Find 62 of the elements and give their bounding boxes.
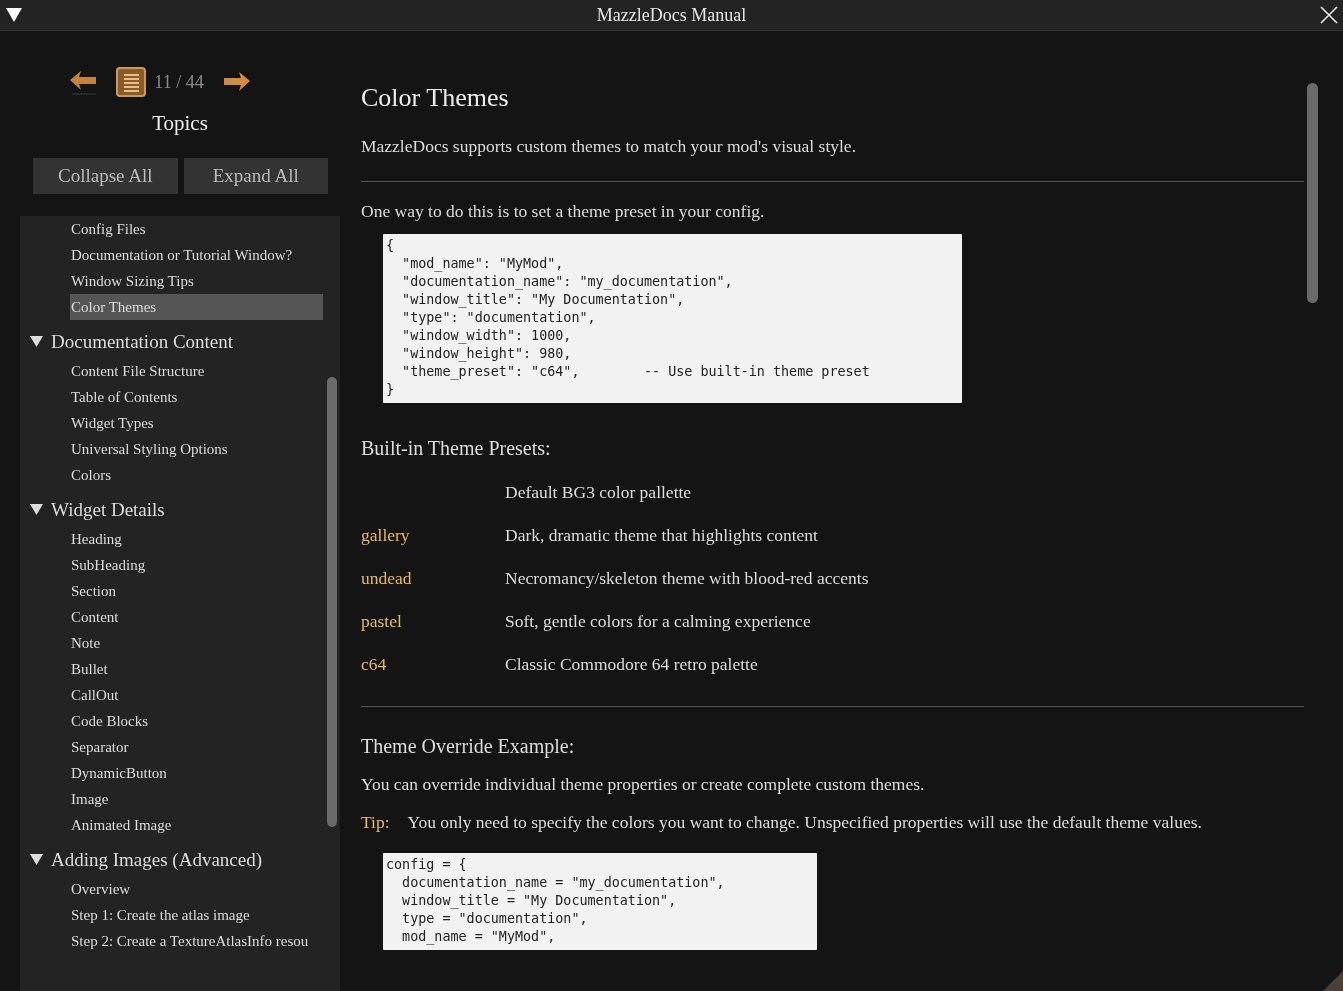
- tree-item[interactable]: Content File Structure: [70, 358, 323, 384]
- tree-item[interactable]: Config Files: [70, 216, 323, 242]
- tree-item[interactable]: Widget Types: [70, 410, 323, 436]
- tree-item[interactable]: Documentation or Tutorial Window?: [70, 242, 323, 268]
- preset-description: Soft, gentle colors for a calming experience: [505, 611, 811, 632]
- expanded-triangle-icon: [30, 336, 43, 348]
- close-icon[interactable]: [1320, 6, 1338, 24]
- resize-grip-icon[interactable]: [1323, 971, 1343, 991]
- tree-item[interactable]: Overview: [70, 876, 323, 902]
- list-icon[interactable]: [116, 67, 147, 97]
- tree-item[interactable]: Section: [70, 578, 323, 604]
- scrollbar-thumb[interactable]: [1307, 83, 1318, 303]
- preset-description: Classic Commodore 64 retro palette: [505, 654, 758, 675]
- tree-item[interactable]: Step 2: Create a TextureAtlasInfo resou: [70, 928, 323, 954]
- menu-triangle-icon[interactable]: [5, 7, 23, 23]
- tip-label: Tip:: [361, 811, 390, 834]
- collapse-all-button[interactable]: Collapse All: [33, 158, 178, 194]
- tree-item[interactable]: Code Blocks: [70, 708, 323, 734]
- forward-arrow-icon[interactable]: [221, 70, 252, 94]
- sidebar-title: Topics: [151, 111, 209, 136]
- preset-description: Default BG3 color pallette: [505, 482, 692, 503]
- expand-all-button[interactable]: Expand All: [183, 158, 328, 194]
- code-block: { "mod_name": "MyMod", "documentation_name": "my_documentation", "window_title": "My Documentation", "type": "documentation", "window_width": 1000, "window_height": 980, "theme_preset": "c64", -- Use built-in theme preset }: [383, 234, 962, 403]
- paragraph: One way to do this is to set a theme preset in your config.: [361, 200, 766, 223]
- tree-group-header[interactable]: Documentation Content: [20, 326, 234, 358]
- section-heading: Built-in Theme Presets:: [361, 436, 552, 461]
- code-block: config = { documentation_name = "my_documentation", window_title = "My Documentation", type = "documentation", mod_name = "MyMod",: [383, 853, 817, 950]
- tree-item[interactable]: Separator: [70, 734, 323, 760]
- back-arrow-icon[interactable]: [68, 69, 99, 95]
- tree-item[interactable]: CallOut: [70, 682, 323, 708]
- preset-description: Dark, dramatic theme that highlights content: [505, 525, 818, 546]
- page-counter: 11 / 44: [154, 71, 204, 93]
- tree-item[interactable]: Animated Image: [70, 812, 323, 838]
- tree-item[interactable]: Color Themes: [70, 294, 323, 320]
- paragraph: You can override individual theme properties or create complete custom themes.: [361, 773, 926, 796]
- tree-group-header[interactable]: Adding Images (Advanced): [20, 844, 263, 876]
- section-heading: Theme Override Example:: [361, 734, 576, 760]
- tree-group-header[interactable]: Widget Details: [20, 494, 165, 526]
- tree-item[interactable]: Note: [70, 630, 323, 656]
- tree-item[interactable]: Heading: [70, 526, 323, 552]
- paragraph: MazzleDocs supports custom themes to match your mod's visual style.: [361, 135, 858, 158]
- preset-description: Necromancy/skeleton theme with blood-red accents: [505, 568, 869, 589]
- tree-item[interactable]: Colors: [70, 462, 323, 488]
- tree-item[interactable]: Content: [70, 604, 323, 630]
- tree-item[interactable]: DynamicButton: [70, 760, 323, 786]
- tree-item[interactable]: Universal Styling Options: [70, 436, 323, 462]
- page-heading: Color Themes: [361, 82, 510, 114]
- preset-name: undead: [361, 568, 413, 589]
- preset-name: pastel: [361, 611, 403, 632]
- tree-item[interactable]: SubHeading: [70, 552, 323, 578]
- window-title: MazzleDocs Manual: [595, 4, 748, 26]
- expanded-triangle-icon: [30, 854, 43, 866]
- scrollbar-thumb[interactable]: [327, 377, 337, 827]
- tree-item[interactable]: Step 1: Create the atlas image: [70, 902, 323, 928]
- expanded-triangle-icon: [30, 504, 43, 516]
- tree-item[interactable]: Bullet: [70, 656, 323, 682]
- tree-item[interactable]: Window Sizing Tips: [70, 268, 323, 294]
- preset-name: gallery: [361, 525, 411, 546]
- tip-text: You only need to specify the colors you want to change. Unspecified properties will use the default theme values.: [407, 811, 1202, 834]
- preset-name: c64: [361, 654, 388, 675]
- tree-item[interactable]: Table of Contents: [70, 384, 323, 410]
- tree-item[interactable]: Image: [70, 786, 323, 812]
